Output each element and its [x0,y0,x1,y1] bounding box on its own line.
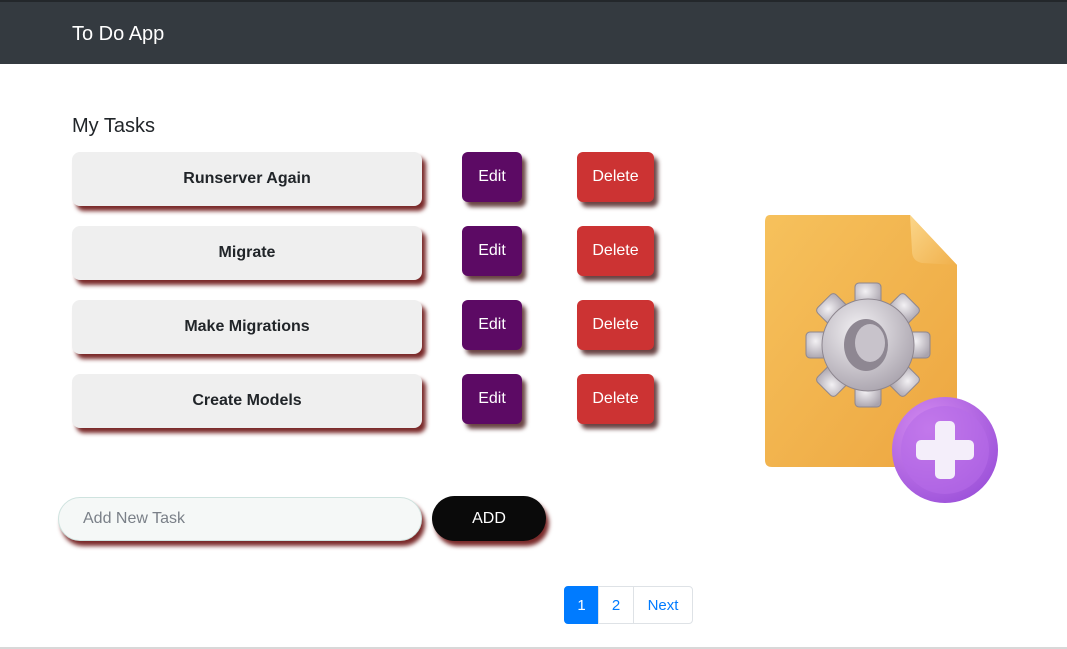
edit-button[interactable]: Edit [462,152,522,202]
page-title: My Tasks [72,115,155,137]
pagination: 1 2 Next [564,586,693,624]
task-name: Make Migrations [72,300,422,354]
page-link-2[interactable]: 2 [598,586,634,624]
document-gear-add-icon [765,215,998,503]
next-page-link[interactable]: Next [633,586,693,624]
task-row: Create Models Edit Delete [72,374,672,428]
task-row: Runserver Again Edit Delete [72,152,672,206]
delete-button[interactable]: Delete [577,152,654,202]
edit-button[interactable]: Edit [462,374,522,424]
new-task-input[interactable] [58,497,422,541]
navbar: To Do App [0,0,1067,64]
task-row: Make Migrations Edit Delete [72,300,672,354]
task-name: Runserver Again [72,152,422,206]
delete-button[interactable]: Delete [577,226,654,276]
add-task-button[interactable]: ADD [432,496,546,541]
edit-button[interactable]: Edit [462,300,522,350]
task-row: Migrate Edit Delete [72,226,672,280]
edit-button[interactable]: Edit [462,226,522,276]
delete-button[interactable]: Delete [577,300,654,350]
task-name: Migrate [72,226,422,280]
task-name: Create Models [72,374,422,428]
delete-button[interactable]: Delete [577,374,654,424]
page-link-1[interactable]: 1 [564,586,599,624]
app-brand[interactable]: To Do App [72,21,164,47]
task-list: Runserver Again Edit Delete Migrate Edit… [72,152,672,448]
